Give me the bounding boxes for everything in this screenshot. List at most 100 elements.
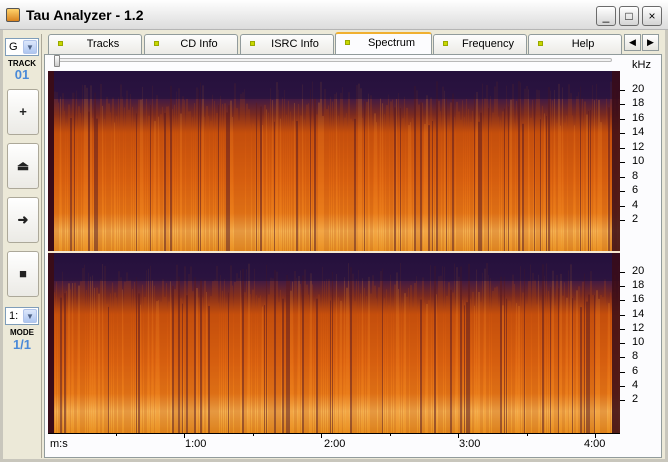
spectrogram-left-channel <box>48 71 620 253</box>
spectrogram-streak <box>154 285 155 433</box>
spectrogram-streak <box>458 276 460 433</box>
spectrogram-streak <box>562 295 564 433</box>
spectrogram-streak <box>104 265 106 433</box>
spectrogram-streak <box>476 91 478 253</box>
spectrogram-streak <box>138 99 140 253</box>
track-number: 01 <box>14 67 30 82</box>
mode-select[interactable]: 1: ▼ <box>5 307 39 325</box>
spectrogram-streak <box>526 86 528 253</box>
maximize-button[interactable]: □ <box>619 6 639 26</box>
plus-button[interactable]: + <box>7 89 39 135</box>
spectrogram-streak <box>392 99 393 253</box>
spectrogram-streak <box>424 302 425 433</box>
position-slider-thumb[interactable] <box>54 55 60 67</box>
spectrogram-streak <box>336 92 337 253</box>
spectrogram-streak <box>228 292 229 433</box>
spectrogram-streak <box>188 273 190 433</box>
spectrogram-streak <box>344 117 346 253</box>
spectrogram-streak <box>540 119 541 253</box>
spectrogram-right-channel <box>48 253 620 433</box>
time-axis: m:s 1:00 2:00 3:00 4:00 <box>48 433 620 457</box>
spectrogram-streak <box>480 112 482 253</box>
drive-select[interactable]: G ▼ <box>5 38 39 56</box>
tab-tracks[interactable]: Tracks <box>48 34 142 54</box>
spectrogram-streak <box>236 108 238 253</box>
spectrogram-streak <box>460 119 462 253</box>
spectrogram-streak <box>566 297 568 433</box>
tab-scroll-right-button[interactable]: ▶ <box>642 34 659 51</box>
tab-isrc-info[interactable]: ISRC Info <box>240 34 334 54</box>
spectrogram-streak <box>428 125 430 253</box>
spectrogram-streak <box>532 99 533 253</box>
spectrogram-streak <box>210 121 212 253</box>
position-slider-track[interactable] <box>54 58 612 62</box>
tab-label: ISRC Info <box>271 38 319 50</box>
spectrogram-streak <box>478 121 480 253</box>
spectrogram-streak <box>256 295 257 433</box>
spectrogram-streak <box>450 102 452 253</box>
spectrogram-streak <box>552 270 554 433</box>
minimize-button[interactable]: _ <box>596 6 616 26</box>
spectrogram-streak <box>120 277 122 433</box>
spectrogram-streak <box>410 285 412 433</box>
spectrogram-streak <box>124 281 126 433</box>
spectrogram-streak <box>362 278 363 433</box>
frequency-tick-label: 18 <box>632 279 645 292</box>
spectrogram-streak <box>212 281 214 433</box>
spectrogram-streak <box>234 83 236 253</box>
spectrogram-streak <box>378 287 380 433</box>
spectrogram-streak <box>118 271 120 433</box>
spectrogram-streak <box>544 275 545 433</box>
spectrogram-streak <box>604 124 606 253</box>
spectrogram-streak <box>522 292 524 433</box>
spectrogram-streak <box>254 268 255 433</box>
spectrogram-streak <box>276 82 278 253</box>
spectrogram-streak <box>600 122 602 253</box>
spectrogram-streak <box>436 81 438 253</box>
spectrogram-streak <box>186 98 188 253</box>
tab-status-led <box>443 41 448 46</box>
frequency-tick-label: 12 <box>632 140 645 153</box>
tab-label: Spectrum <box>367 37 416 49</box>
eject-button[interactable]: ⏏ <box>7 143 39 189</box>
spectrogram-streak <box>402 303 403 433</box>
spectrogram-streak <box>178 88 180 253</box>
spectrogram-streak <box>448 282 450 433</box>
spectrogram-streak <box>470 121 472 253</box>
spectrogram-streak <box>504 108 505 253</box>
spectrogram-streak <box>194 277 196 433</box>
spectrogram-streak <box>590 271 592 433</box>
spectrogram-streak <box>512 83 514 253</box>
frequency-tick-label: 8 <box>632 350 639 363</box>
tab-help[interactable]: Help <box>528 34 622 54</box>
spectrogram-streak <box>464 305 465 433</box>
tab-frequency[interactable]: Frequency <box>433 34 527 54</box>
spectrogram-streak <box>294 271 296 433</box>
mode-select-value: 1: <box>9 310 19 322</box>
spectrogram-streak <box>458 111 460 253</box>
spectrogram-streak <box>150 105 151 253</box>
spectrogram-streak <box>256 102 257 253</box>
spectrogram-streak <box>426 95 428 253</box>
play-button[interactable]: ➜ <box>7 197 39 243</box>
spectrogram-streak <box>54 292 55 433</box>
spectrogram-streak <box>546 115 547 253</box>
tab-cd-info[interactable]: CD Info <box>144 34 238 54</box>
stop-button[interactable]: ■ <box>7 251 39 297</box>
spectrogram-streak <box>282 298 284 433</box>
frequency-unit-label: kHz <box>632 59 651 71</box>
tab-spectrum[interactable]: Spectrum <box>335 32 432 54</box>
spectrogram-streak <box>160 301 162 433</box>
spectrogram-streak <box>184 266 186 433</box>
tab-scroll-left-button[interactable]: ◀ <box>624 34 641 51</box>
spectrogram-streak <box>138 293 140 433</box>
spectrogram-streak <box>584 273 585 433</box>
close-button[interactable]: × <box>642 6 662 26</box>
spectrogram-streak <box>408 125 410 253</box>
spectrogram-streak <box>64 293 66 433</box>
spectrogram-streak <box>144 125 145 253</box>
spectrogram-streak <box>332 101 333 253</box>
spectrogram-streak <box>302 275 304 433</box>
spectrogram-streak <box>338 115 339 253</box>
spectrogram-streak <box>182 303 183 433</box>
